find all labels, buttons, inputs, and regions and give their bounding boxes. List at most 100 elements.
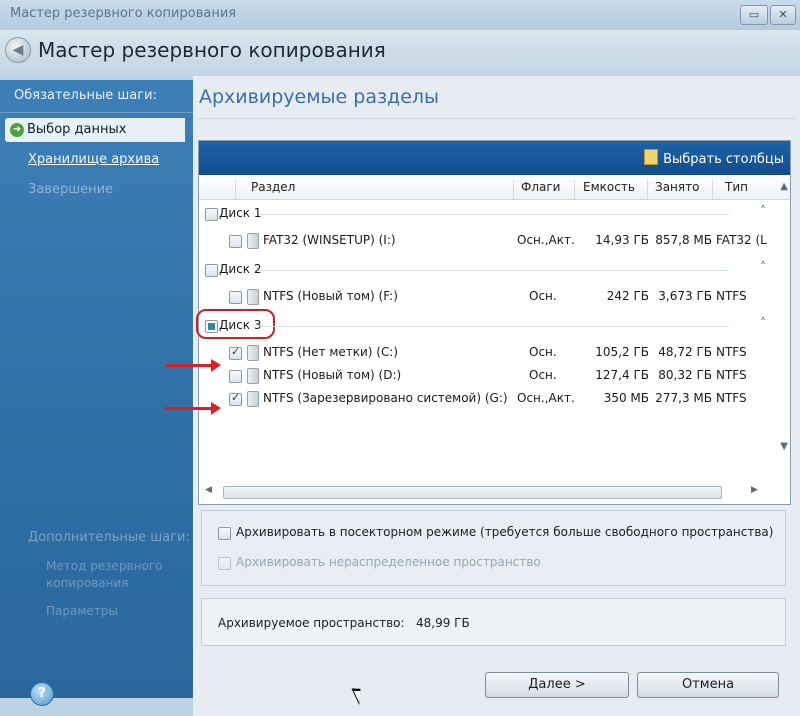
step-select-data[interactable]: ➜ Выбор данных — [5, 118, 185, 142]
disk-label: Диск 1 — [219, 206, 262, 220]
partition-used: 80,32 ГБ — [658, 368, 712, 382]
main-content: Архивируемые разделы Выбрать столбцы Раз… — [193, 76, 800, 716]
drive-icon — [247, 289, 259, 305]
collapse-icon[interactable]: ˄ — [760, 204, 766, 218]
help-icon[interactable]: ? — [30, 682, 54, 706]
partition-checkbox[interactable] — [229, 235, 242, 248]
sector-by-sector-label[interactable]: Архивировать в посекторном режиме (требу… — [236, 525, 773, 539]
column-capacity[interactable]: Емкость — [583, 180, 635, 194]
group-line — [259, 270, 729, 271]
partition-flags: Осн.,Акт. — [517, 391, 575, 405]
disk-group-1[interactable]: Диск 1 ˄ — [199, 203, 774, 225]
partition-used: 857,8 МБ — [655, 233, 712, 247]
step-parameters[interactable]: Параметры — [46, 604, 118, 618]
options-panel: Архивировать в посекторном режиме (требу… — [201, 510, 786, 586]
wizard-header: ◀ Мастер резервного копирования — [0, 30, 800, 76]
unallocated-checkbox — [218, 557, 231, 570]
window-title: Мастер резервного копирования — [10, 6, 237, 21]
partition-flags: Осн. — [529, 289, 557, 303]
sector-by-sector-checkbox[interactable] — [218, 527, 231, 540]
back-arrow-icon[interactable]: ◀ — [5, 37, 31, 63]
select-columns-button[interactable]: Выбрать столбцы — [644, 149, 784, 167]
partition-row[interactable]: NTFS (Новый том) (D:) Осн. 127,4 ГБ 80,3… — [199, 365, 774, 387]
annotation-arrow — [166, 359, 221, 372]
minimize-icon: ▭ — [748, 8, 760, 21]
partition-capacity: 127,4 ГБ — [595, 368, 649, 382]
drive-icon — [247, 391, 259, 407]
partition-row[interactable]: NTFS (Новый том) (F:) Осн. 242 ГБ 3,673 … — [199, 286, 774, 308]
partition-row[interactable]: NTFS (Зарезервировано системой) (G:) Осн… — [199, 388, 774, 410]
partition-used: 48,72 ГБ — [658, 345, 712, 359]
partition-name: NTFS (Зарезервировано системой) (G:) — [263, 391, 508, 405]
partition-type: NTFS — [716, 391, 747, 405]
partition-list: Выбрать столбцы Раздел Флаги Емкость Зан… — [196, 140, 791, 505]
drive-icon — [247, 233, 259, 249]
partition-capacity: 242 ГБ — [606, 289, 649, 303]
archive-size-label: Архивируемое пространство: — [218, 616, 405, 630]
required-steps-heading: Обязательные шаги: — [0, 80, 193, 113]
scrollbar-thumb[interactable] — [223, 486, 722, 499]
drive-icon — [247, 368, 259, 384]
list-toolbar: Выбрать столбцы — [199, 141, 790, 175]
scroll-right-icon[interactable]: ▶ — [751, 485, 758, 495]
partition-flags: Осн. — [529, 345, 557, 359]
title-bar: Мастер резервного копирования ▭ ✕ — [0, 0, 800, 30]
partition-row[interactable]: NTFS (Нет метки) (C:) Осн. 105,2 ГБ 48,7… — [199, 342, 774, 364]
column-separator — [647, 180, 648, 200]
partition-capacity: 14,93 ГБ — [595, 233, 649, 247]
backup-wizard-window: Мастер резервного копирования ▭ ✕ ◀ Маст… — [0, 0, 800, 716]
column-used[interactable]: Занято — [655, 180, 699, 194]
scroll-down-icon[interactable]: ▼ — [780, 441, 788, 452]
partition-name: NTFS (Новый том) (F:) — [263, 289, 398, 303]
disk-group-2[interactable]: Диск 2 ˄ — [199, 259, 774, 281]
step-archive-location[interactable]: Хранилище архива — [28, 152, 159, 167]
wizard-title: Мастер резервного копирования — [38, 38, 386, 62]
partition-name: FAT32 (WINSETUP) (I:) — [263, 233, 396, 247]
horizontal-scrollbar[interactable]: ◀ ▶ — [201, 484, 773, 500]
close-button[interactable]: ✕ — [770, 5, 796, 25]
column-separator — [513, 180, 514, 200]
disk-group-3[interactable]: Диск 3 ˄ — [196, 309, 774, 339]
collapse-icon[interactable]: ˄ — [760, 260, 766, 274]
cancel-button[interactable]: Отмена — [637, 672, 779, 698]
disk-label: Диск 2 — [219, 262, 262, 276]
columns-icon — [644, 149, 659, 165]
minimize-button[interactable]: ▭ — [740, 5, 768, 25]
unallocated-label: Архивировать нераспределенное пространст… — [236, 555, 541, 569]
step-backup-method[interactable]: Метод резервного копирования — [46, 558, 186, 592]
disk-2-checkbox[interactable] — [205, 264, 218, 277]
column-type[interactable]: Тип — [725, 180, 748, 194]
step-finish: Завершение — [28, 182, 114, 197]
next-button[interactable]: Далее > — [485, 672, 629, 698]
partition-checkbox[interactable] — [229, 291, 242, 304]
partition-checkbox[interactable] — [229, 345, 242, 360]
column-flags[interactable]: Флаги — [521, 180, 560, 194]
partition-used: 277,3 МБ — [655, 391, 712, 405]
steps-sidebar: Обязательные шаги: ➜ Выбор данных Хранил… — [0, 80, 193, 698]
partition-row[interactable]: FAT32 (WINSETUP) (I:) Осн.,Акт. 14,93 ГБ… — [199, 230, 774, 252]
group-line — [259, 214, 729, 215]
disk-3-checkbox[interactable] — [205, 320, 218, 333]
partition-type: NTFS — [716, 345, 747, 359]
title-divider — [199, 118, 795, 119]
partition-type: FAT32 (L — [716, 233, 767, 247]
partition-type: NTFS — [716, 289, 747, 303]
partition-capacity: 105,2 ГБ — [595, 345, 649, 359]
scroll-up-icon[interactable]: ▲ — [780, 181, 788, 192]
column-partition[interactable]: Раздел — [251, 180, 295, 194]
disk-label: Диск 3 — [219, 318, 262, 332]
partition-checkbox[interactable] — [229, 370, 242, 383]
archive-size-panel: Архивируемое пространство: 48,99 ГБ — [201, 598, 786, 646]
annotation-arrow — [164, 402, 221, 415]
partition-checkbox[interactable] — [229, 391, 242, 406]
disk-1-checkbox[interactable] — [205, 208, 218, 221]
partition-flags: Осн. — [529, 368, 557, 382]
collapse-icon[interactable]: ˄ — [760, 316, 766, 330]
current-step-arrow-icon: ➜ — [10, 123, 24, 137]
archive-size-value: 48,99 ГБ — [416, 616, 470, 630]
step-label: Выбор данных — [27, 122, 127, 137]
group-line — [259, 326, 729, 327]
drive-icon — [247, 345, 259, 361]
scroll-left-icon[interactable]: ◀ — [205, 485, 212, 495]
optional-steps-heading: Дополнительные шаги: — [28, 530, 190, 545]
